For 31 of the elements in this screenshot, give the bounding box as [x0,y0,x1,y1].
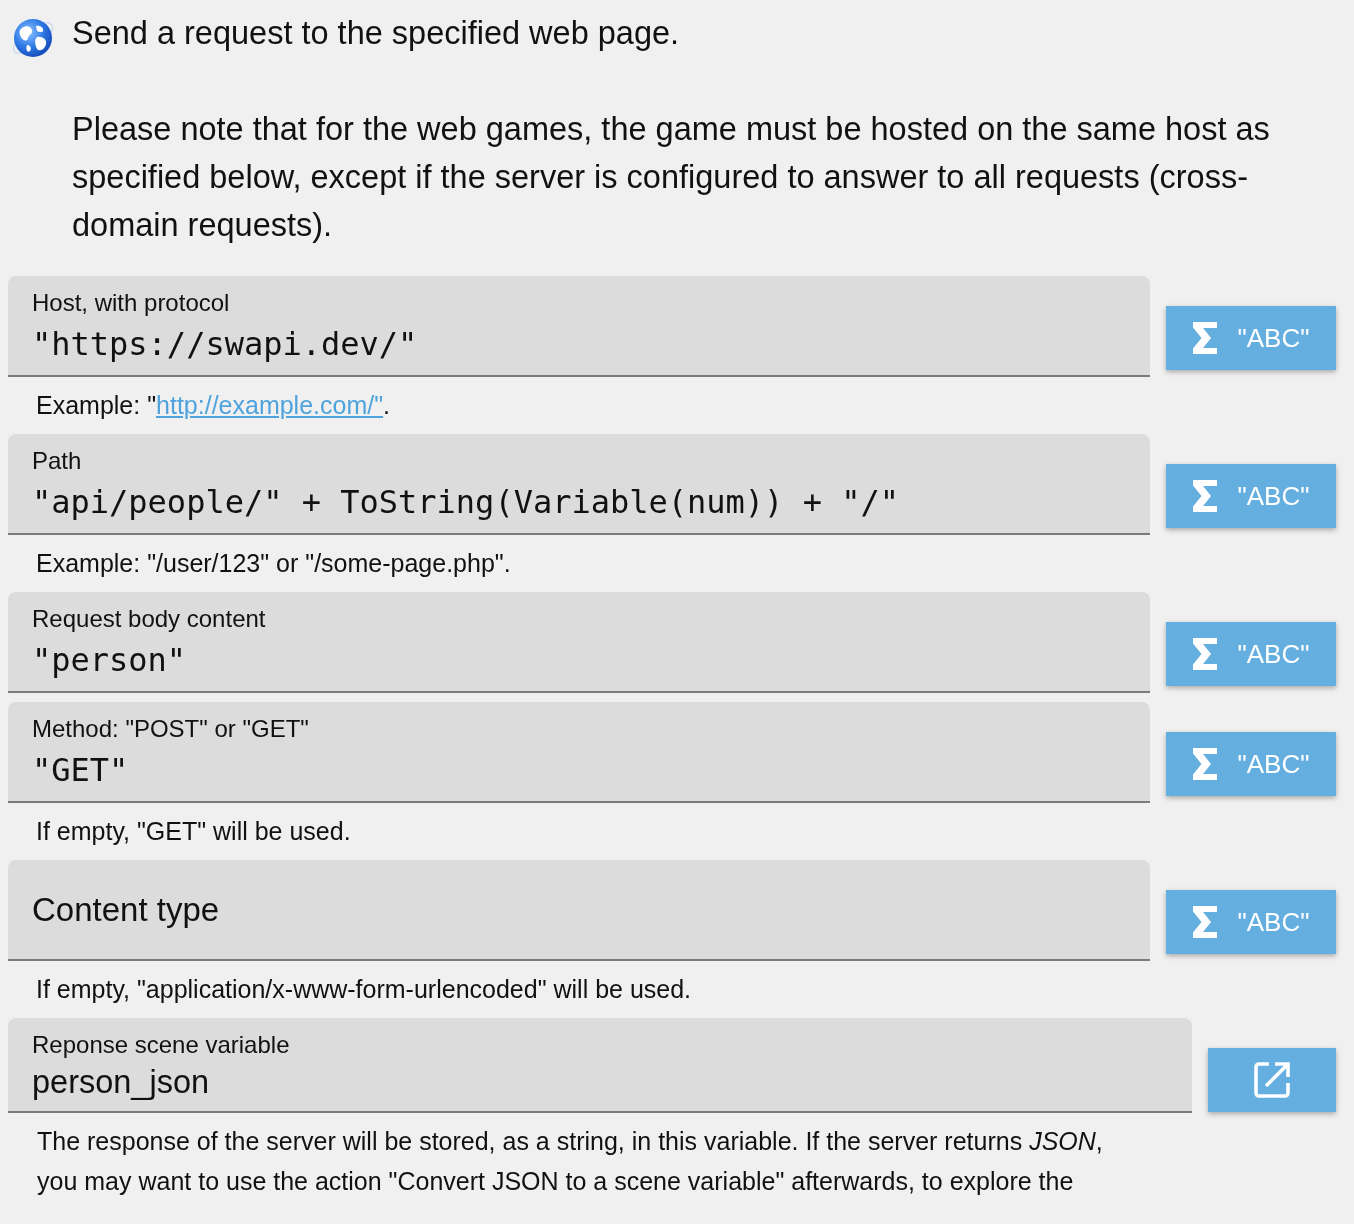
sigma-icon [1192,322,1217,354]
expression-field[interactable]: Host, with protocol "https://swapi.dev/" [8,276,1150,377]
helper-text: Example: "/user/123" or "/some-page.php". [35,548,512,579]
expression-field[interactable]: Request body content "person" [8,592,1150,693]
field-value: "https://swapi.dev/" [32,324,419,364]
description-text: Please note that for the web games, the game must be hosted on the same host as specified below, except if the server is configured to answer to all requests (cross-domain requests). [72,110,1271,245]
sigma-icon [1192,748,1217,780]
helper-text: If empty, "application/x-www-form-urlencoded" will be used. [35,974,693,1005]
variable-field[interactable]: Reponse scene variable person_json [8,1018,1192,1113]
expression-field[interactable]: Content type [8,860,1150,961]
field-label: Reponse scene variable [32,1031,291,1059]
field-label: Method: "POST" or "GET" [32,715,310,743]
field-value: "person" [32,640,188,680]
field-label: Path [32,447,83,475]
external-link-icon [1254,1062,1290,1098]
field-value: "GET" [32,750,130,790]
expression-field[interactable]: Path "api/people/" + ToString(Variable(num)) + "/" [8,434,1150,535]
expression-field[interactable]: Method: "POST" or "GET" "GET" [8,702,1150,803]
field-value: person_json [32,1064,211,1100]
helper-text: If empty, "GET" will be used. [35,816,352,847]
field-value: "api/people/" + ToString(Variable(num)) + "/" [32,482,900,522]
sigma-icon [1192,638,1217,670]
page-title: Send a request to the specified web page. [72,14,681,53]
helper-text: The response of the server will be stored, as a string, in this variable. If the server returns JSON, you may want to use the action "Convert JSON to a scene variable" afterwards, to explore the [36,1126,1104,1197]
sigma-icon [1192,480,1217,512]
field-label: Host, with protocol [32,289,231,317]
field-label: Content type [32,890,221,930]
helper-text: Example: "http://example.com/". [35,390,392,421]
sigma-icon [1192,906,1217,938]
external-link-button[interactable] [1208,1048,1336,1112]
field-label: Request body content [32,605,267,633]
